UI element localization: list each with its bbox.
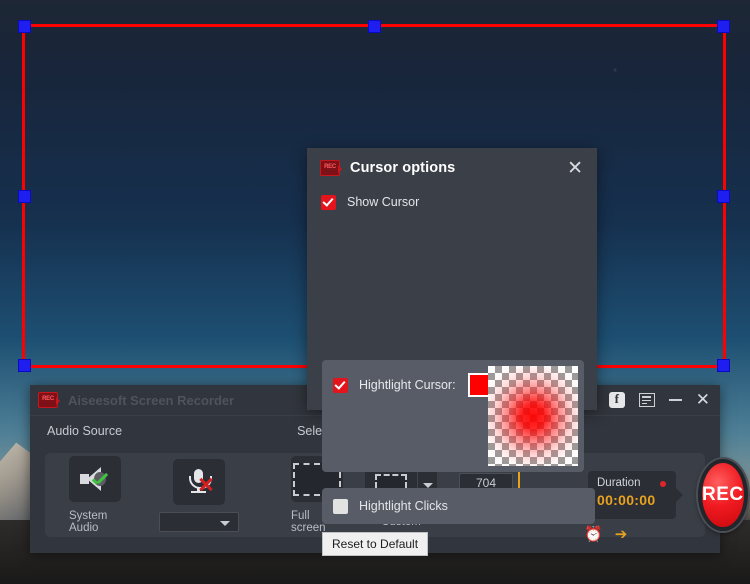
resize-handle-top-left[interactable] [18,20,31,33]
highlight-preview [488,366,578,466]
resize-handle-middle-right[interactable] [717,190,730,203]
recording-indicator-dot [660,481,666,487]
menu-list-icon[interactable] [639,393,655,407]
highlight-clicks-row[interactable]: Hightlight Clicks [322,488,595,524]
resize-handle-top-center[interactable] [368,20,381,33]
close-icon[interactable]: ✕ [696,392,710,409]
system-audio-toggle[interactable] [69,456,121,502]
microphone-toggle[interactable] [173,459,225,505]
microphone-group [159,459,239,532]
microphone-device-dropdown[interactable] [159,512,239,532]
facebook-icon[interactable] [609,392,625,408]
show-cursor-row[interactable]: Show Cursor [307,188,597,216]
alarm-clock-icon[interactable]: ⏰ [584,527,603,542]
duration-value: 00:00:00 [597,492,676,508]
audio-source-label: Audio Source [47,424,122,438]
record-button-label: REC [702,484,744,506]
cursor-dialog-title: Cursor options [350,160,455,176]
highlight-cursor-panel: Hightlight Cursor: [322,360,584,472]
highlight-cursor-checkbox[interactable] [333,378,348,393]
highlight-clicks-checkbox[interactable] [333,499,348,514]
highlight-clicks-label: Hightlight Clicks [359,499,448,513]
record-button[interactable]: REC [698,459,748,531]
resize-handle-middle-left[interactable] [18,190,31,203]
resize-handle-top-right[interactable] [717,20,730,33]
system-audio-group: System Audio [69,456,121,534]
cursor-options-dialog: Cursor options ✕ Show Cursor Hightlight … [307,148,597,410]
titlebar-icon-group: ✕ [609,392,710,409]
reset-to-default-button[interactable]: Reset to Default [322,532,428,556]
recorder-window-title: Aiseesoft Screen Recorder [68,393,234,408]
resize-handle-bottom-left[interactable] [18,359,31,372]
system-audio-label: System Audio [69,510,121,534]
highlight-cursor-label: Hightlight Cursor: [359,378,456,392]
resize-handle-bottom-right[interactable] [717,359,730,372]
cursor-options-icon[interactable]: ➔ [615,527,628,542]
microphone-icon [184,469,214,495]
duration-icon-group: ⏰ ➔ [584,527,627,542]
duration-display: Duration 00:00:00 [588,471,676,519]
minimize-icon[interactable] [669,399,682,401]
cursor-dialog-close-icon[interactable]: ✕ [563,157,587,180]
show-cursor-label: Show Cursor [347,195,419,209]
cursor-dialog-titlebar[interactable]: Cursor options ✕ [307,148,597,188]
app-rec-icon [38,392,58,408]
show-cursor-checkbox[interactable] [321,195,336,210]
dialog-rec-icon [320,160,340,176]
speaker-icon [80,467,110,491]
